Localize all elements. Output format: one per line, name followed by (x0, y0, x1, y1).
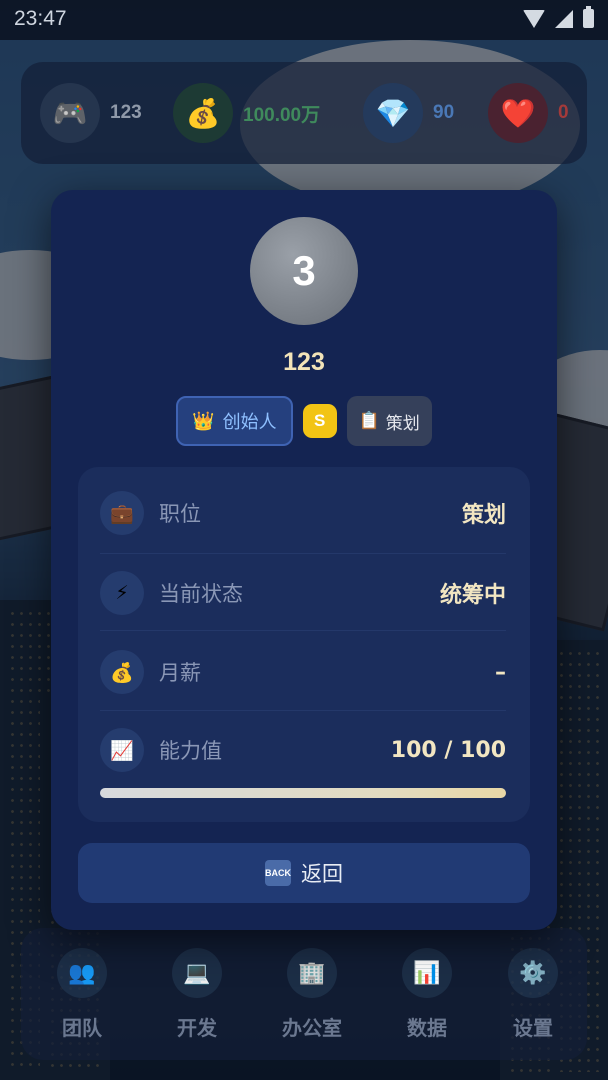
resource-diamonds: 💎 90 (363, 82, 454, 144)
heart-icon: ❤️ (488, 83, 548, 143)
info-row-label: 当前状态 (159, 582, 243, 606)
battery-icon (583, 6, 594, 28)
avatar: 3 (250, 217, 358, 325)
info-row-value: 策划 (461, 503, 506, 528)
info-row-value: 100 / 100 (390, 737, 506, 763)
employee-detail-modal: 3 123 👑 创始人 S 📋 策划 💼 职位 策划 ⚡ 当前状态 统筹中 💰 … (51, 190, 557, 930)
divider (100, 710, 506, 711)
gamepad-icon: 🎮 (40, 83, 100, 143)
resource-bar: 🎮 123 💰 100.00万 💎 90 ❤️ 0 (21, 62, 587, 164)
info-row-value: – (495, 659, 506, 685)
lightning-icon: ⚡ (100, 571, 144, 615)
bottom-nav: 👥 团队 💻 开发 🏢 办公室 📊 数据 ⚙️ 设置 (21, 928, 587, 1060)
nav-item-label: 数据 (407, 1016, 447, 1040)
gear-icon: ⚙️ (508, 948, 558, 998)
back-icon: BACK (265, 860, 291, 886)
resource-games: 🎮 123 (40, 82, 142, 144)
role-badge: 📋 策划 (346, 396, 432, 446)
resource-value: 90 (433, 102, 455, 123)
back-button[interactable]: BACK 返回 (78, 843, 530, 903)
info-row-position: 💼 职位 策划 (100, 483, 506, 543)
nav-item-office[interactable]: 🏢 办公室 (267, 948, 357, 1041)
badge-row: 👑 创始人 S 📋 策划 (51, 396, 557, 446)
back-button-label: 返回 (301, 862, 343, 886)
wifi-icon (523, 9, 545, 28)
ability-progress-bar (100, 788, 506, 798)
info-row-status: ⚡ 当前状态 统筹中 (100, 563, 506, 623)
divider (100, 630, 506, 631)
briefcase-icon: 💼 (100, 491, 144, 535)
money-bag-icon: 💰 (173, 83, 233, 143)
resource-money: 💰 100.00万 (173, 82, 320, 144)
chart-up-icon: 📈 (100, 728, 144, 772)
signal-icon (555, 9, 573, 28)
laptop-icon: 💻 (172, 948, 222, 998)
crown-icon: 👑 (192, 410, 215, 432)
office-building-icon: 🏢 (287, 948, 337, 998)
resource-value: 100.00万 (243, 104, 321, 126)
team-icon: 👥 (57, 948, 107, 998)
role-badge-label: 策划 (385, 413, 420, 434)
nav-item-team[interactable]: 👥 团队 (37, 948, 127, 1041)
info-row-ability: 📈 能力值 100 / 100 (100, 720, 506, 780)
info-row-label: 月薪 (159, 661, 201, 685)
founder-badge-label: 创始人 (222, 412, 277, 433)
info-row-label: 职位 (159, 502, 201, 526)
nav-item-label: 设置 (513, 1016, 553, 1040)
nav-item-label: 团队 (62, 1016, 102, 1040)
nav-item-settings[interactable]: ⚙️ 设置 (488, 948, 578, 1041)
nav-item-data[interactable]: 📊 数据 (382, 948, 472, 1041)
nav-item-label: 开发 (177, 1016, 217, 1040)
info-row-label: 能力值 (159, 739, 222, 763)
info-row-salary: 💰 月薪 – (100, 642, 506, 702)
employee-name: 123 (283, 348, 325, 376)
ability-progress-fill (100, 788, 506, 798)
nav-item-develop[interactable]: 💻 开发 (152, 948, 242, 1041)
founder-badge: 👑 创始人 (176, 396, 293, 446)
status-bar: 23:47 (0, 0, 608, 40)
resource-value: 0 (558, 102, 569, 123)
resource-value: 123 (110, 102, 142, 123)
clipboard-icon: 📋 (358, 411, 380, 431)
diamond-icon: 💎 (363, 83, 423, 143)
bar-chart-icon: 📊 (402, 948, 452, 998)
nav-item-label: 办公室 (282, 1016, 342, 1040)
info-row-value: 统筹中 (439, 583, 506, 608)
divider (100, 553, 506, 554)
rank-badge: S (302, 404, 337, 438)
info-card: 💼 职位 策划 ⚡ 当前状态 统筹中 💰 月薪 – 📈 能力值 100 / 10… (78, 467, 530, 822)
status-time: 23:47 (14, 7, 67, 30)
resource-hearts: ❤️ 0 (488, 82, 569, 144)
money-bag-icon: 💰 (100, 650, 144, 694)
